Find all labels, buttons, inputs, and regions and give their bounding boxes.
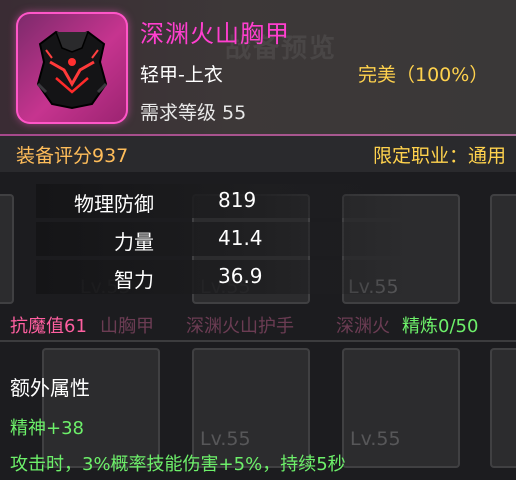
bg-item-tile (0, 194, 14, 304)
bg-level-label: Lv.55 (200, 428, 251, 450)
class-restriction: 限定职业：通用 (372, 145, 506, 167)
bg-item-label: 山胸甲 (100, 316, 154, 337)
stat-value: 819 (218, 188, 257, 212)
bg-item-tile (342, 348, 460, 468)
volcanic-chest-armor-icon (36, 30, 108, 110)
extra-attributes-title: 额外属性 (10, 376, 90, 400)
item-type: 轻甲-上衣 (140, 64, 223, 86)
refine-progress: 精炼0/50 (402, 316, 479, 337)
bg-level-label: Lv.55 (350, 428, 401, 450)
stat-name: 物理防御 (74, 192, 154, 216)
stat-name: 力量 (114, 230, 154, 254)
bg-item-label: 深渊火山护手 (186, 316, 294, 337)
extra-attribute-spirit: 精神+38 (10, 418, 84, 439)
bg-item-tile (490, 194, 516, 304)
anti-magic-value: 抗魔值61 (10, 316, 87, 337)
section-divider (0, 340, 516, 342)
item-icon-frame[interactable] (16, 12, 128, 124)
stat-value: 41.4 (218, 226, 263, 250)
required-level: 需求等级 55 (140, 102, 247, 124)
extra-effect-text: 攻击时，3%概率技能伤害+5%，持续5秒 (10, 454, 346, 475)
stat-value: 36.9 (218, 264, 263, 288)
stat-name: 智力 (114, 268, 154, 292)
item-name: 深渊火山胸甲 (140, 20, 290, 48)
bg-item-label: 深渊火 (336, 316, 390, 337)
bg-item-tile (490, 348, 516, 468)
equipment-score: 装备评分937 (16, 145, 129, 167)
item-quality: 完美（100%） (358, 64, 489, 86)
